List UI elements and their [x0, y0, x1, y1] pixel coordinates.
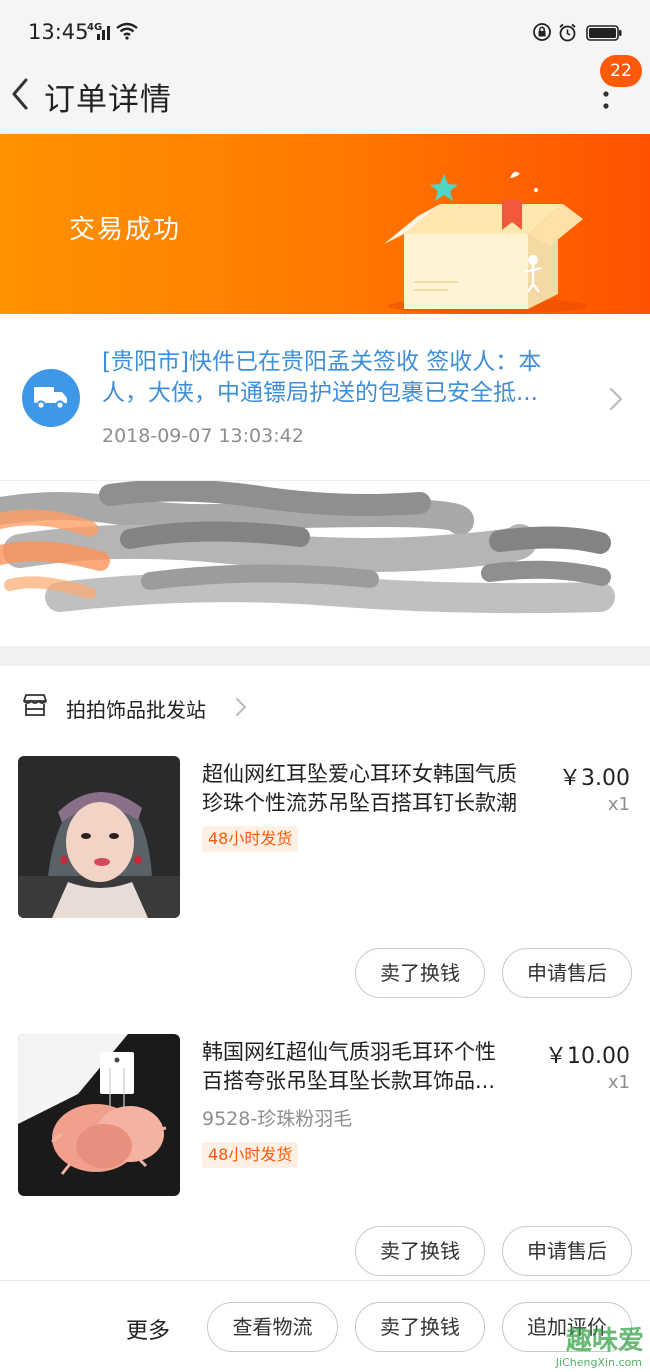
status-bar: 13:45 4G [0, 0, 650, 62]
product-name[interactable]: 超仙网红耳坠爱心耳环女韩国气质 珍珠个性流苏吊坠百搭耳钉长款潮 [202, 760, 552, 818]
product-name-line2: 百搭夸张吊坠耳坠长款耳饰品... [202, 1069, 496, 1093]
order-item[interactable]: 韩国网红超仙气质羽毛耳环个性 百搭夸张吊坠耳坠长款耳饰品... ￥10.00 x… [0, 1024, 650, 1294]
product-image[interactable] [18, 1034, 180, 1196]
logistics-message: [贵阳市]快件已在贵阳孟关签收 签收人：本 人，大侠，中通镖局护送的包裹已安全抵… [102, 347, 582, 409]
watermark-url: JiChengXin.com [555, 1356, 642, 1369]
watermark-logo-text: 趣味爱 [565, 1326, 644, 1356]
product-sku: 9528-珍珠粉羽毛 [202, 1108, 353, 1130]
shop-header[interactable]: 拍拍饰品批发站 [0, 666, 650, 746]
lock-icon [533, 23, 551, 41]
redacted-address-area [0, 480, 650, 646]
logistics-message-line2: 人，大侠，中通镖局护送的包裹已安全抵... [102, 380, 538, 406]
message-badge[interactable]: 22 [600, 55, 642, 87]
product-name-line1: 超仙网红耳坠爱心耳环女韩国气质 [202, 762, 517, 786]
product-price: ￥10.00 [545, 1044, 630, 1069]
product-quantity: x1 [607, 1072, 630, 1093]
product-quantity: x1 [607, 794, 630, 815]
logistics-time: 2018-09-07 13:03:42 [102, 425, 304, 447]
alarm-icon [559, 23, 576, 42]
package-box-illustration [384, 171, 588, 314]
view-logistics-button[interactable]: 查看物流 [207, 1302, 338, 1352]
more-options-icon[interactable] [596, 86, 616, 132]
page-title: 订单详情 [44, 82, 172, 118]
status-time: 13:45 [28, 20, 89, 44]
sell-button[interactable]: 卖了换钱 [355, 1226, 485, 1276]
wifi-icon [116, 22, 138, 40]
chevron-right-icon [236, 698, 247, 716]
chevron-right-icon [609, 387, 623, 411]
after-sale-button[interactable]: 申请售后 [502, 948, 632, 998]
product-name-line2: 珍珠个性流苏吊坠百搭耳钉长款潮 [202, 791, 517, 815]
order-item[interactable]: 超仙网红耳坠爱心耳环女韩国气质 珍珠个性流苏吊坠百搭耳钉长款潮 ￥3.00 x1… [0, 746, 650, 1016]
store-icon [23, 694, 47, 716]
shop-name: 拍拍饰品批发站 [66, 698, 206, 722]
after-sale-button[interactable]: 申请售后 [502, 1226, 632, 1276]
logistics-card[interactable]: [贵阳市]快件已在贵阳孟关签收 签收人：本 人，大侠，中通镖局护送的包裹已安全抵… [0, 314, 650, 480]
back-arrow-icon[interactable] [6, 74, 36, 114]
site-watermark: 趣味爱 JiChengXin.com [532, 1316, 650, 1372]
shipping-tag: 48小时发货 [202, 1142, 299, 1168]
battery-icon [586, 25, 622, 41]
shipping-tag: 48小时发货 [202, 826, 299, 852]
product-price: ￥3.00 [559, 766, 630, 791]
product-name-line1: 韩国网红超仙气质羽毛耳环个性 [202, 1040, 496, 1064]
more-button[interactable]: 更多 [126, 1313, 170, 1345]
sell-button[interactable]: 卖了换钱 [355, 1302, 485, 1352]
product-image[interactable] [18, 756, 180, 918]
navigation-bar: 订单详情 22 [0, 55, 650, 134]
sell-button[interactable]: 卖了换钱 [355, 948, 485, 998]
logistics-message-line1: [贵阳市]快件已在贵阳孟关签收 签收人：本 [102, 349, 542, 375]
signal-icon [97, 26, 110, 40]
truck-icon [22, 369, 80, 427]
product-name[interactable]: 韩国网红超仙气质羽毛耳环个性 百搭夸张吊坠耳坠长款耳饰品... [202, 1038, 552, 1096]
order-status-banner: 交易成功 [0, 134, 650, 314]
shop-order-section: 拍拍饰品批发站 超仙网红耳坠爱心耳环女韩国气质 珍珠个性流苏吊坠百搭耳钉长款潮 … [0, 666, 650, 1372]
order-status-text: 交易成功 [69, 215, 182, 245]
